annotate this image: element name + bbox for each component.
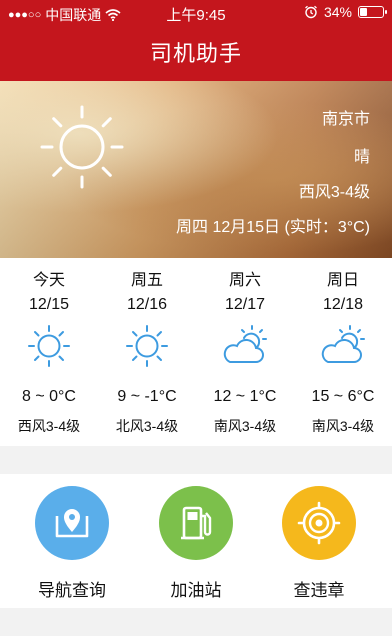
forecast-day: 周五 12/16 9 ~ -1°C 北风3-4级 [98, 258, 196, 446]
forecast-temp-range: 8 ~ 0°C [22, 388, 76, 405]
violation-query-label: 查违章 [293, 581, 345, 600]
section-divider [0, 446, 392, 474]
forecast-temp-range: 9 ~ -1°C [117, 388, 177, 405]
status-right: 34% [304, 4, 387, 20]
alarm-clock-icon [305, 5, 317, 19]
navigation-query-button[interactable]: 导航查询 [12, 486, 132, 601]
sun-icon [40, 105, 124, 189]
target-icon [297, 501, 341, 545]
forecast-day-name: 周五 [130, 272, 163, 289]
navigation-query-label: 导航查询 [38, 581, 106, 600]
weather-condition: 晴 [353, 149, 370, 166]
violation-query-badge [282, 486, 356, 560]
gas-station-button[interactable]: 加油站 [136, 486, 256, 601]
status-bar: ●●●○○ 中国联通 上午9:45 34% [0, 0, 392, 26]
forecast-wind: 南风3-4级 [213, 418, 277, 434]
wind-level: 西风3-4级 [298, 184, 370, 201]
forecast-temp-range: 15 ~ 6°C [311, 388, 375, 405]
forecast-date: 12/15 [28, 296, 70, 313]
sun-icon [126, 325, 168, 367]
navigation-query-badge [35, 486, 109, 560]
services-grid: 导航查询 加油站 查违章 [0, 474, 392, 608]
gas-station-label: 加油站 [170, 581, 222, 600]
forecast-wind: 西风3-4级 [17, 418, 81, 434]
forecast-wind: 南风3-4级 [311, 418, 375, 434]
map-pin-icon [55, 509, 89, 538]
forecast-day: 周六 12/17 12 ~ 1°C 南风3-4级 [196, 258, 294, 446]
forecast-date: 12/18 [322, 296, 364, 313]
date-realtime-temp: 周四 12月15日 (实时：3°C) [176, 219, 370, 236]
sun-icon [28, 325, 70, 367]
fuel-pump-icon [181, 506, 212, 540]
forecast-day: 周日 12/18 15 ~ 6°C 南风3-4级 [294, 258, 392, 446]
forecast-row: 今天 12/15 8 ~ 0°C 西风3-4级 周五 12/16 9 ~ -1°… [0, 258, 392, 446]
forecast-date: 12/17 [224, 296, 266, 313]
partly-cloudy-icon [223, 325, 267, 363]
battery-fill [360, 8, 367, 16]
nav-bar: 司机助手 [0, 26, 392, 81]
forecast-day-name: 今天 [32, 272, 65, 289]
battery-icon [358, 6, 387, 18]
forecast-date: 12/16 [126, 296, 168, 313]
forecast-day-name: 周日 [326, 272, 359, 289]
bottom-spacer [0, 608, 392, 636]
forecast-wind: 北风3-4级 [115, 418, 179, 434]
partly-cloudy-icon [321, 325, 365, 363]
forecast-day: 今天 12/15 8 ~ 0°C 西风3-4级 [0, 258, 98, 446]
page-title: 司机助手 [149, 41, 242, 66]
current-weather-panel: 南京市 晴 西风3-4级 周四 12月15日 (实时：3°C) [0, 81, 392, 258]
forecast-day-name: 周六 [228, 272, 261, 289]
forecast-temp-range: 12 ~ 1°C [213, 388, 277, 405]
battery-percent: 34% [323, 4, 352, 20]
gas-station-badge [159, 486, 233, 560]
violation-query-button[interactable]: 查违章 [259, 486, 379, 601]
city-name: 南京市 [321, 111, 370, 128]
